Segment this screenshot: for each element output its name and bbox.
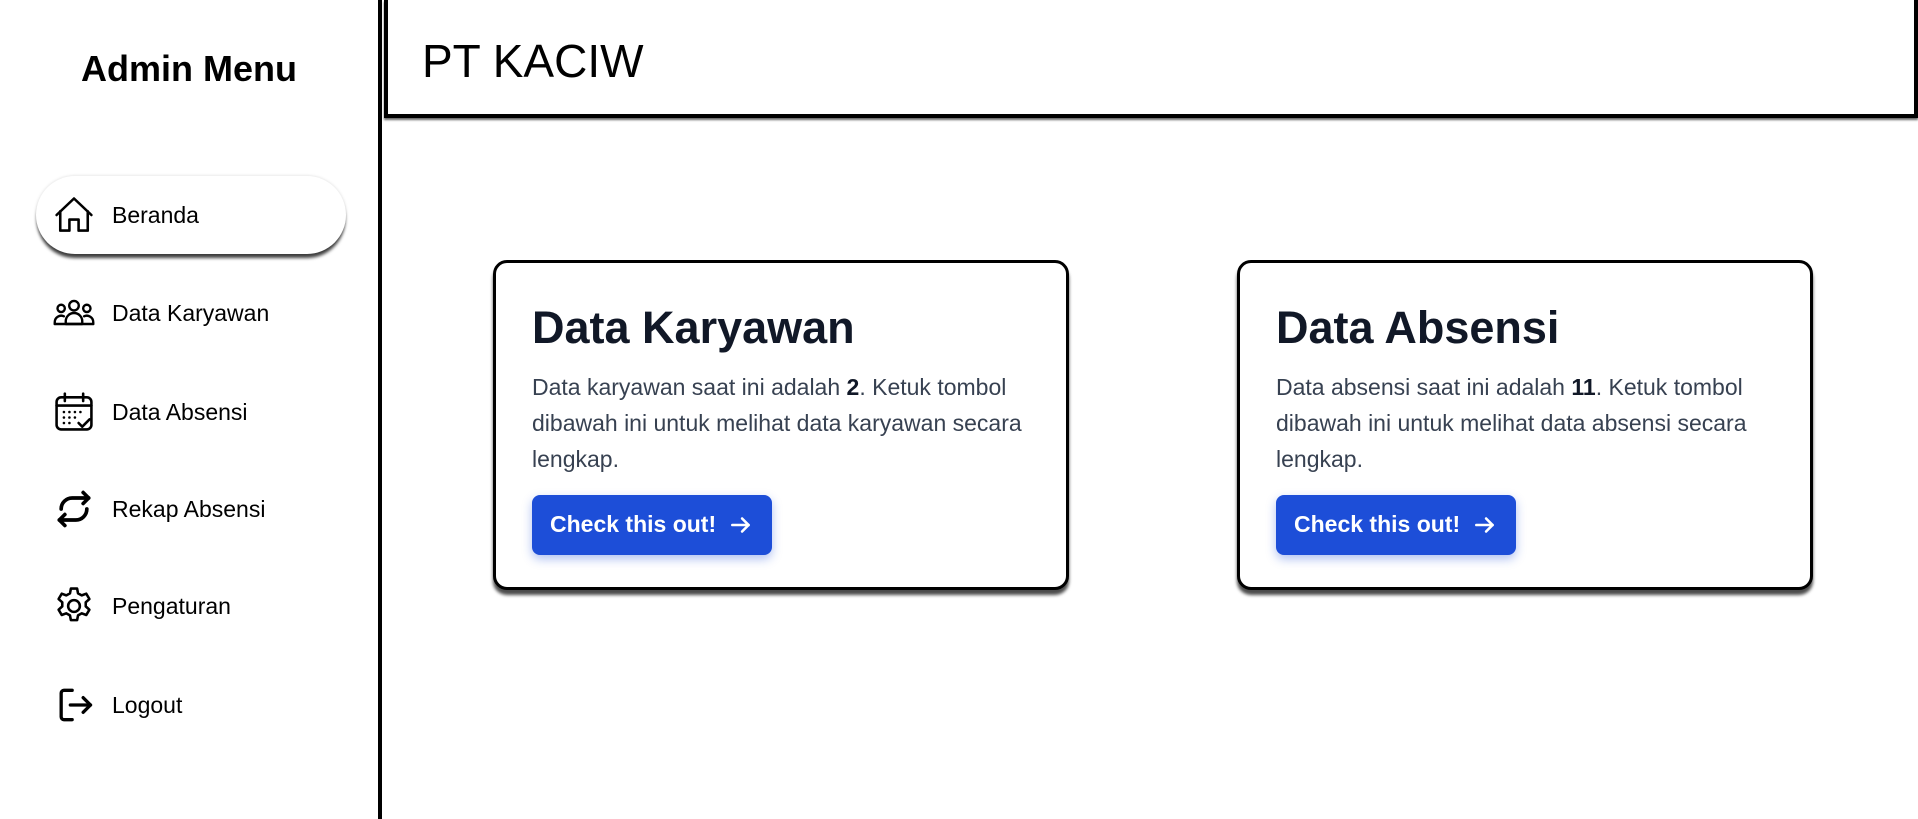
top-header: PT KACIW [384, 0, 1918, 118]
employee-count: 2 [846, 373, 860, 400]
card-title: Data Karyawan [532, 302, 855, 353]
check-karyawan-button[interactable]: Check this out! [532, 494, 773, 555]
card-text-before: Data karyawan saat ini adalah [532, 373, 847, 400]
sidebar-item-rekap-absensi[interactable]: Rekap Absensi [36, 470, 346, 548]
refresh-icon [52, 487, 96, 531]
users-icon [52, 291, 96, 335]
arrow-right-icon [731, 516, 751, 533]
sidebar-item-label: Pengaturan [112, 592, 231, 619]
sidebar-item-label: Data Absensi [112, 398, 248, 425]
sidebar-item-label: Data Karyawan [112, 299, 270, 326]
sidebar-item-data-absensi[interactable]: Data Absensi [36, 373, 346, 451]
sidebar-item-label: Rekap Absensi [112, 495, 266, 522]
logout-icon [52, 683, 96, 727]
home-icon [52, 193, 96, 237]
sidebar-item-data-karyawan[interactable]: Data Karyawan [36, 274, 346, 352]
sidebar-item-pengaturan[interactable]: Pengaturan [36, 567, 346, 645]
sidebar-item-logout[interactable]: Logout [36, 666, 346, 744]
card-description: Data karyawan saat ini adalah 2. Ketuk t… [532, 369, 1030, 477]
card-title: Data Absensi [1276, 302, 1560, 353]
card-text-before: Data absensi saat ini adalah [1276, 373, 1572, 400]
button-label: Check this out! [550, 511, 717, 537]
card-data-absensi: Data Absensi Data absensi saat ini adala… [1237, 260, 1813, 590]
calendar-check-icon [52, 390, 96, 434]
check-absensi-button[interactable]: Check this out! [1276, 494, 1517, 555]
sidebar-title: Admin Menu [81, 48, 297, 89]
sidebar-item-beranda[interactable]: Beranda [36, 176, 346, 254]
gear-icon [52, 584, 96, 628]
sidebar-item-label: Beranda [112, 201, 199, 228]
page-title: PT KACIW [422, 35, 644, 87]
sidebar: Admin Menu Beranda Data Karyawan Data Ab… [0, 0, 382, 819]
card-data-karyawan: Data Karyawan Data karyawan saat ini ada… [493, 260, 1069, 590]
sidebar-item-label: Logout [112, 691, 183, 718]
attendance-count: 11 [1571, 373, 1596, 400]
arrow-right-icon [1475, 516, 1495, 533]
card-description: Data absensi saat ini adalah 11. Ketuk t… [1276, 369, 1774, 477]
button-label: Check this out! [1294, 511, 1461, 537]
